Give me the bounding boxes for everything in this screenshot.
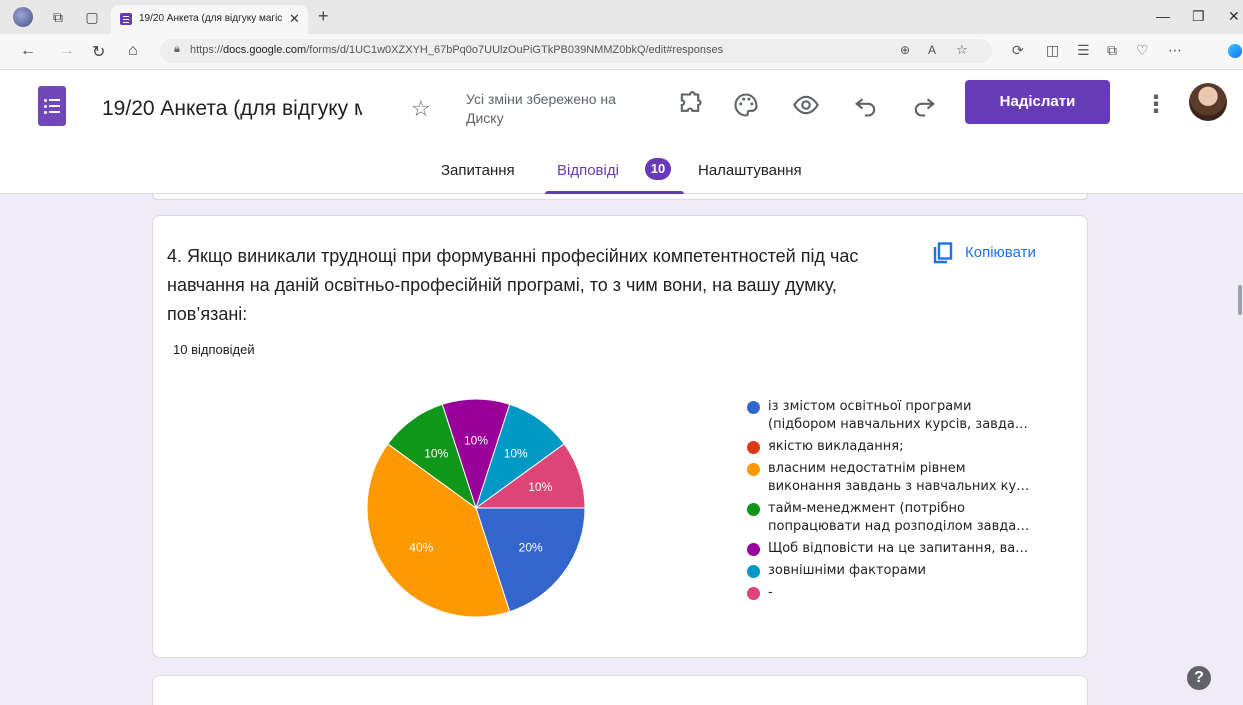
browser-tab-title: 19/20 Анкета (для відгуку магістр	[139, 13, 282, 24]
legend-item[interactable]: власним недостатнім рівнем виконання завд…	[745, 460, 1045, 496]
extensions-icon[interactable]: ⟳	[1012, 42, 1024, 59]
pie-slice[interactable]	[441, 398, 511, 510]
previous-card-edge	[152, 194, 1088, 200]
url-field[interactable]: 🔒︎ https://docs.google.com/forms/d/1UC1w…	[160, 39, 992, 63]
legend-swatch	[747, 543, 760, 556]
legend-swatch	[747, 463, 760, 476]
url-path: /forms/d/1UC1w0XZXYH_67bPq0o7UUlzOuPiGTk…	[306, 44, 724, 56]
tab-responses[interactable]: Відповіді	[557, 162, 619, 179]
star-icon[interactable]: ☆	[411, 96, 431, 122]
url-prefix: https://	[190, 44, 224, 56]
pie-slice-label: 20%	[519, 541, 543, 555]
zoom-icon[interactable]: ⊕	[900, 43, 910, 57]
response-count: 10 відповідей	[173, 342, 255, 357]
forms-header: 19/20 Анкета (для відгуку магістрів) ☆ У…	[0, 70, 1243, 194]
legend-item[interactable]: із змістом освітньої програми (підбором н…	[745, 398, 1045, 434]
split-screen-icon[interactable]: ◫	[1046, 42, 1059, 59]
palette-icon[interactable]	[732, 91, 760, 119]
tab-close-icon[interactable]: ✕	[289, 11, 300, 27]
workspaces-icon[interactable]: ⧉	[49, 8, 67, 26]
collections-icon[interactable]: ⧉	[1107, 42, 1117, 59]
url-host: docs.google.com	[223, 44, 307, 56]
addons-puzzle-icon[interactable]	[676, 91, 704, 119]
legend-label: попрацювати над розподілом завда…	[768, 519, 1030, 534]
question-title: 4. Якщо виникали труднощі при формуванні…	[167, 246, 859, 324]
pie-slice[interactable]	[474, 443, 586, 509]
address-bar-row: ← → ↻ ⌂ 🔒︎ https://docs.google.com/forms…	[0, 34, 1243, 70]
browser-essentials-icon[interactable]: ♡	[1136, 42, 1149, 59]
legend-swatch	[747, 401, 760, 414]
home-icon[interactable]: ⌂	[128, 42, 138, 60]
send-button[interactable]: Надіслати	[965, 80, 1110, 124]
copilot-icon[interactable]	[1228, 44, 1242, 58]
legend-label: із змістом освітньої програми	[768, 399, 972, 414]
forms-logo-icon[interactable]	[38, 86, 66, 126]
copy-icon	[933, 242, 953, 264]
legend-item[interactable]: зовнішніми факторами	[745, 562, 1045, 580]
form-title[interactable]: 19/20 Анкета (для відгуку магістрів)	[102, 97, 362, 121]
legend-item[interactable]: -	[745, 584, 1045, 602]
minimize-icon[interactable]: —	[1156, 8, 1170, 24]
copy-label: Копіювати	[965, 244, 1036, 261]
url-text: https://docs.google.com/forms/d/1UC1w0XZ…	[190, 44, 723, 56]
pie-slice-label: 10%	[424, 446, 448, 460]
legend-item[interactable]: Щоб відповісти на це запитання, ва…	[745, 540, 1045, 558]
more-vert-icon[interactable]: ⋮	[1144, 90, 1168, 119]
pie-slice-label: 10%	[464, 433, 488, 447]
pie-slice-label: 10%	[504, 446, 528, 460]
tab-settings[interactable]: Налаштування	[698, 162, 802, 179]
profile-avatar[interactable]	[13, 7, 33, 27]
forms-favicon-icon	[120, 13, 132, 25]
tab-questions[interactable]: Запитання	[441, 162, 515, 179]
next-question-card	[152, 675, 1088, 705]
page-scrollbar[interactable]	[1238, 285, 1242, 315]
pie-slice-label: 40%	[409, 541, 433, 555]
legend-label: Щоб відповісти на це запитання, ва…	[768, 541, 1029, 556]
pie-slice[interactable]	[366, 443, 511, 618]
save-status: Усі зміни збережено на Диску	[466, 91, 616, 126]
more-menu-icon[interactable]: ⋯	[1168, 42, 1182, 59]
undo-icon[interactable]	[852, 91, 880, 119]
browser-tab[interactable]: 19/20 Анкета (для відгуку магістр ✕	[111, 5, 308, 34]
legend-label: тайм-менеджмент (потрібно	[768, 501, 965, 516]
reload-icon[interactable]: ↻	[92, 42, 105, 62]
form-tabs: Запитання Відповіді 10 Налаштування	[0, 154, 1243, 194]
restore-icon[interactable]: ❐	[1192, 8, 1205, 25]
legend-swatch	[747, 441, 760, 454]
lock-icon: 🔒︎	[174, 43, 180, 55]
legend-swatch	[747, 565, 760, 578]
preview-eye-icon[interactable]	[792, 91, 820, 119]
legend-label: зовнішніми факторами	[768, 563, 926, 578]
question-summary-card: 4. Якщо виникали труднощі при формуванні…	[152, 215, 1088, 658]
tab-actions-icon[interactable]: ▢	[83, 8, 101, 26]
legend-label: власним недостатнім рівнем	[768, 461, 966, 476]
user-avatar[interactable]	[1189, 83, 1227, 121]
pie-slice-label: 10%	[528, 480, 552, 494]
browser-tab-bar: ⧉ ▢ 19/20 Анкета (для відгуку магістр ✕ …	[0, 0, 1243, 34]
legend-item[interactable]: якістю викладання;	[745, 438, 1045, 456]
favorites-icon[interactable]: ☰	[1077, 42, 1090, 59]
legend-label: виконання завдань з навчальних ку…	[768, 479, 1030, 494]
window-close-icon[interactable]: ✕	[1228, 8, 1240, 25]
legend-label: -	[768, 585, 773, 600]
legend-swatch	[747, 587, 760, 600]
help-icon[interactable]: ?	[1187, 666, 1211, 690]
chart-legend: із змістом освітньої програми (підбором н…	[745, 398, 1045, 606]
redo-icon[interactable]	[910, 91, 938, 119]
pie-slice[interactable]	[475, 403, 565, 510]
new-tab-icon[interactable]: +	[318, 6, 329, 27]
responses-count-badge: 10	[645, 158, 671, 180]
pie-slice[interactable]	[475, 507, 586, 613]
legend-label: (підбором навчальних курсів, завда…	[768, 417, 1028, 432]
forward-icon[interactable]: →	[59, 42, 75, 60]
legend-item[interactable]: тайм-менеджмент (потрібно попрацювати над…	[745, 500, 1045, 536]
legend-swatch	[747, 503, 760, 516]
read-aloud-icon[interactable]: A	[928, 43, 936, 57]
back-icon[interactable]: ←	[20, 42, 36, 60]
legend-label: якістю викладання;	[768, 439, 904, 454]
pie-slice[interactable]	[387, 403, 477, 510]
favorite-star-icon[interactable]: ☆	[956, 42, 968, 58]
